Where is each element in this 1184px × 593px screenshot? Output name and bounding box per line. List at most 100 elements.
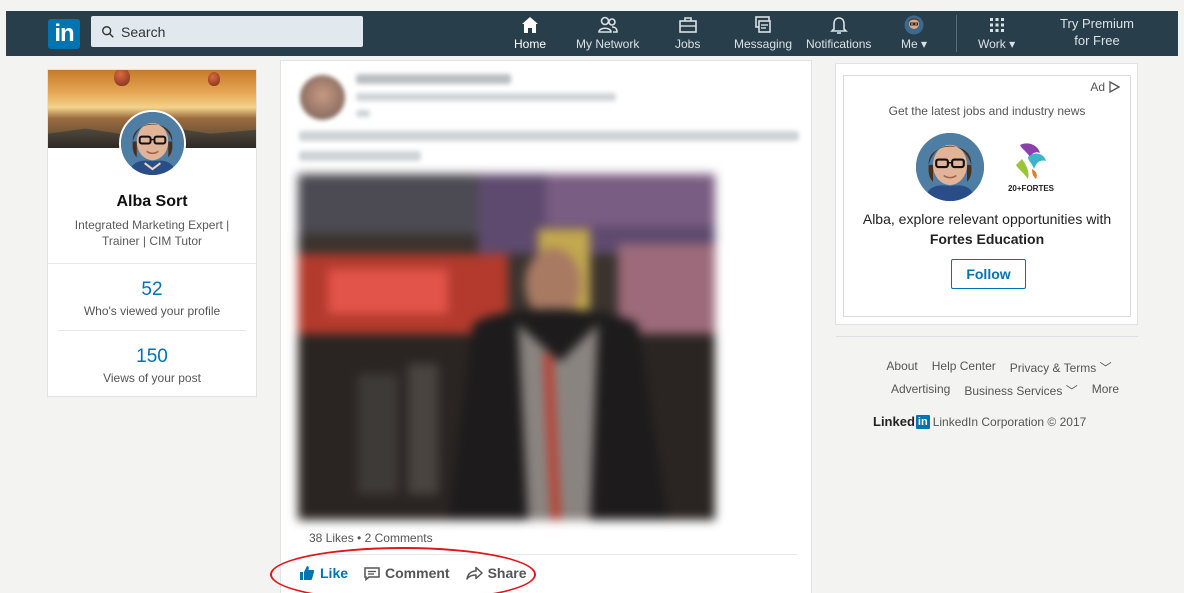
nav-work[interactable]: Work ▾ <box>978 15 1015 51</box>
nav-messaging-label: Messaging <box>734 37 793 51</box>
nav-home-label: Home <box>514 37 547 51</box>
ad-user-photo <box>916 133 984 201</box>
footer-link-privacy-terms[interactable]: Privacy & Terms ﹀ <box>1010 359 1112 376</box>
balloon-graphic <box>208 72 220 86</box>
blurred-author-headline <box>356 93 616 101</box>
ad-company-name[interactable]: Fortes Education <box>930 231 1044 247</box>
search-icon <box>102 25 114 38</box>
like-label: Like <box>320 565 349 581</box>
ad-inner-box: Ad Get the latest jobs and industry news <box>843 75 1131 317</box>
share-label: Share <box>487 565 527 581</box>
briefcase-icon <box>678 17 697 33</box>
blurred-post-text-line <box>299 151 421 161</box>
feed-post: 38 Likes • 2 Comments Like Comment Share <box>280 60 812 593</box>
ad-card: Ad Get the latest jobs and industry news <box>835 63 1138 325</box>
footer-links-row-1: About Help Center Privacy & Terms ﹀ <box>836 359 1138 376</box>
premium-line-1: Try Premium <box>1060 16 1134 31</box>
post-actions: Like Comment Share <box>299 565 527 581</box>
chevron-down-icon: ▾ <box>1009 37 1016 51</box>
blurred-author-name <box>356 74 511 84</box>
post-image[interactable] <box>298 174 715 520</box>
divider <box>58 330 246 331</box>
footer-link-privacy-terms-text: Privacy & Terms <box>1009 361 1097 375</box>
share-icon <box>465 566 483 580</box>
separator-dot: • <box>357 531 362 545</box>
nav-notifications-label: Notifications <box>806 37 872 51</box>
wordmark-text: Linked <box>873 414 915 429</box>
nav-jobs-label: Jobs <box>675 37 701 51</box>
blurred-timestamp <box>356 110 370 117</box>
nav-my-network-label: My Network <box>576 37 640 51</box>
post-author-avatar[interactable] <box>300 75 345 120</box>
footer-link-business-services-text: Business Services <box>964 384 1063 398</box>
nav-my-network[interactable]: My Network <box>576 15 639 51</box>
share-button[interactable]: Share <box>465 565 527 581</box>
top-navbar: in Search Home My Network Jobs Messaging… <box>6 11 1178 56</box>
profile-headline: Integrated Marketing Expert | Trainer | … <box>74 218 230 248</box>
ad-label-text: Ad <box>1090 80 1105 94</box>
nav-home[interactable]: Home <box>514 15 546 51</box>
like-button[interactable]: Like <box>299 565 348 581</box>
footer-link-business-services[interactable]: Business Services ﹀ <box>964 382 1077 399</box>
avatar <box>904 15 924 35</box>
chevron-down-icon: ﹀ <box>1065 384 1078 398</box>
nav-notifications[interactable]: Notifications <box>806 15 871 51</box>
nav-me-text: Me <box>901 37 918 51</box>
premium-line-2: for Free <box>1074 33 1120 48</box>
bell-icon <box>829 17 848 34</box>
nav-work-label: Work ▾ <box>978 37 1015 51</box>
profile-views-label[interactable]: Who's viewed your profile <box>48 304 256 318</box>
balloon-graphic <box>114 70 130 86</box>
profile-avatar[interactable] <box>119 110 186 177</box>
nav-jobs[interactable]: Jobs <box>675 15 700 51</box>
footer-copyright: Linked in LinkedIn Corporation © 2017 <box>873 414 1086 429</box>
nav-me-label: Me ▾ <box>901 37 927 51</box>
fortes-education-logo[interactable]: 20+FORTES <box>1006 139 1056 194</box>
profile-name[interactable]: Alba Sort <box>48 193 256 211</box>
ad-headline: Get the latest jobs and industry news <box>888 104 1086 118</box>
divider <box>48 263 256 264</box>
linkedin-wordmark: Linked in <box>873 414 930 429</box>
comments-count[interactable]: 2 Comments <box>365 531 433 545</box>
blurred-photo-graphic <box>298 174 715 520</box>
likes-count[interactable]: 38 Likes <box>309 531 354 545</box>
chevron-down-icon: ﹀ <box>1099 361 1112 375</box>
ad-message: Alba, explore relevant opportunities wit… <box>844 209 1130 249</box>
ad-label[interactable]: Ad <box>1090 80 1120 94</box>
footer-links-row-2: Advertising Business Services ﹀ More <box>836 382 1138 399</box>
home-icon <box>522 17 538 33</box>
post-views-count[interactable]: 150 <box>48 346 256 368</box>
thumbs-up-icon <box>300 566 315 580</box>
comment-button[interactable]: Comment <box>364 565 450 581</box>
follow-button[interactable]: Follow <box>951 259 1026 289</box>
footer-link-help-center[interactable]: Help Center <box>932 359 996 376</box>
linkedin-logo[interactable]: in <box>48 19 80 49</box>
nav-messaging[interactable]: Messaging <box>734 15 792 51</box>
blurred-post-text-line <box>299 131 799 141</box>
divider <box>836 336 1138 337</box>
post-views-label[interactable]: Views of your post <box>48 371 256 385</box>
ad-message-text: Alba, explore relevant opportunities wit… <box>862 211 1112 227</box>
ad-user-avatar <box>916 133 984 201</box>
comment-icon <box>364 567 380 581</box>
profile-photo <box>121 112 184 175</box>
comment-label: Comment <box>385 565 450 581</box>
search-input[interactable]: Search <box>91 16 363 47</box>
footer-link-advertising[interactable]: Advertising <box>891 382 950 399</box>
nav-work-text: Work <box>978 37 1006 51</box>
people-icon <box>597 16 618 33</box>
messaging-icon <box>755 16 771 33</box>
footer-link-about[interactable]: About <box>886 359 917 376</box>
nav-me[interactable]: Me ▾ <box>901 15 927 51</box>
divider <box>309 554 797 555</box>
try-premium-link[interactable]: Try Premium for Free <box>1042 15 1152 49</box>
fortes-logo-text: 20+FORTES <box>1008 184 1055 193</box>
footer-link-more[interactable]: More <box>1092 382 1119 399</box>
search-placeholder: Search <box>121 23 166 40</box>
profile-card: Alba Sort Integrated Marketing Expert | … <box>47 69 257 397</box>
copyright-text: LinkedIn Corporation © 2017 <box>932 414 1087 429</box>
profile-views-count[interactable]: 52 <box>48 279 256 301</box>
ad-choices-icon <box>1109 81 1120 93</box>
wordmark-in-badge: in <box>915 414 930 429</box>
chevron-down-icon: ▾ <box>921 37 928 51</box>
